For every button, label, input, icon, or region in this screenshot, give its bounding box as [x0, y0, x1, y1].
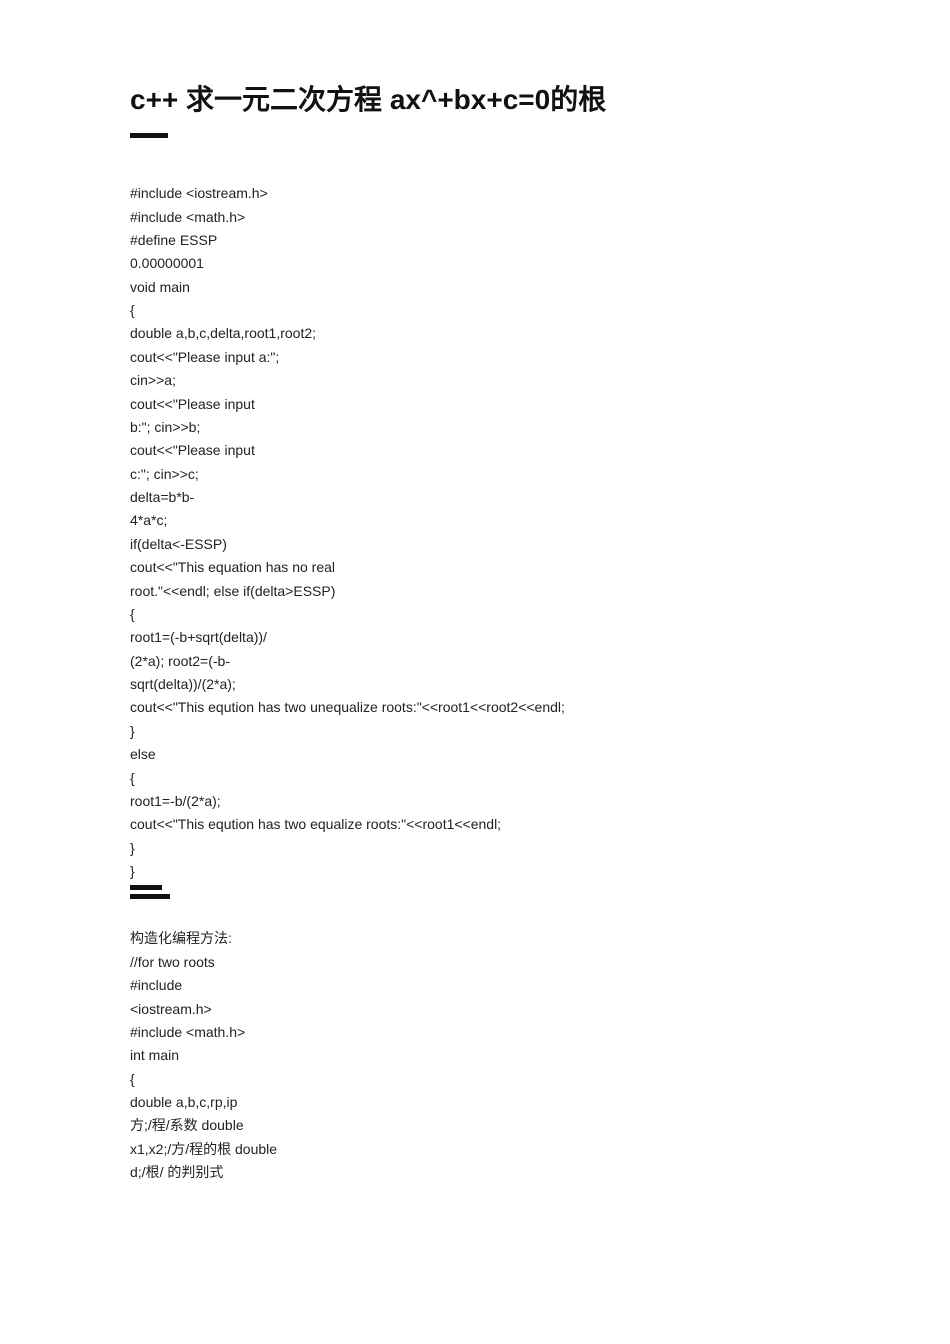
- separator-bar: [130, 894, 170, 899]
- section-separator: [130, 885, 820, 899]
- code-block-main: #include <iostream.h> #include <math.h> …: [130, 182, 820, 883]
- code-block-structured: 构造化编程方法: //for two roots #include <iostr…: [130, 927, 820, 1184]
- title-underline: [130, 133, 168, 138]
- separator-bar: [130, 885, 162, 890]
- document-page: c++ 求一元二次方程 ax^+bx+c=0的根 #include <iostr…: [0, 0, 950, 1225]
- page-title: c++ 求一元二次方程 ax^+bx+c=0的根: [130, 80, 820, 119]
